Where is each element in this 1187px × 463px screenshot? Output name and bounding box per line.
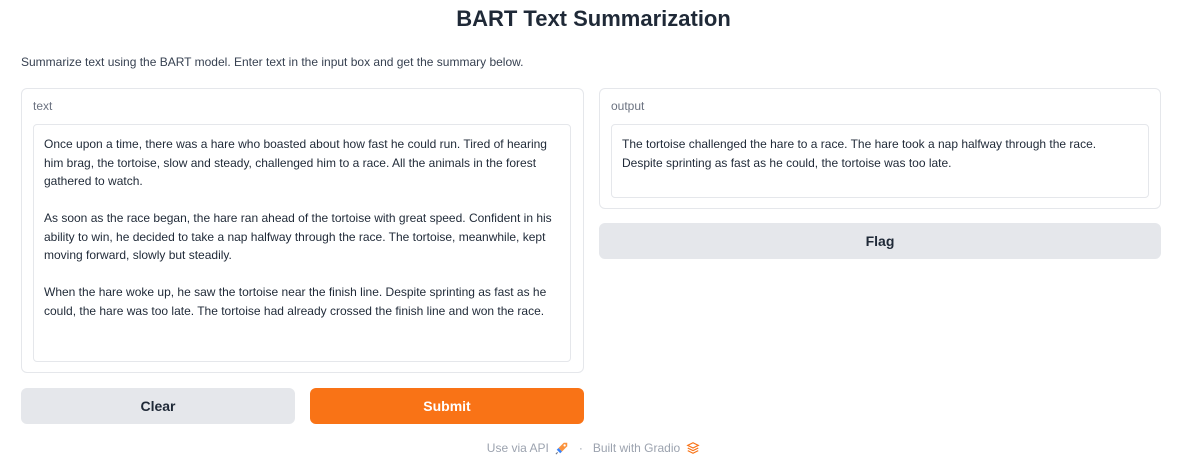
page-description: Summarize text using the BART model. Ent… — [21, 55, 524, 69]
clear-button[interactable]: Clear — [21, 388, 295, 424]
use-via-api-link[interactable]: Use via API — [487, 441, 569, 455]
built-with-gradio-link[interactable]: Built with Gradio — [593, 441, 700, 455]
input-label: text — [33, 99, 53, 113]
gradio-logo-icon — [686, 442, 700, 454]
output-panel: output The tortoise challenged the hare … — [599, 88, 1161, 209]
use-via-api-label: Use via API — [486, 441, 549, 455]
output-textbox[interactable]: The tortoise challenged the hare to a ra… — [611, 124, 1149, 198]
output-label: output — [611, 99, 645, 113]
submit-button[interactable]: Submit — [310, 388, 584, 424]
input-panel: text Once upon a time, there was a hare … — [21, 88, 584, 373]
footer: Use via API · Built with Gradio — [0, 441, 1187, 455]
built-with-gradio-label: Built with Gradio — [592, 441, 681, 455]
rocket-icon — [555, 442, 568, 455]
page-title: BART Text Summarization — [456, 6, 731, 31]
footer-separator: · — [578, 441, 583, 455]
flag-button[interactable]: Flag — [599, 223, 1161, 259]
text-input[interactable]: Once upon a time, there was a hare who b… — [33, 124, 571, 362]
